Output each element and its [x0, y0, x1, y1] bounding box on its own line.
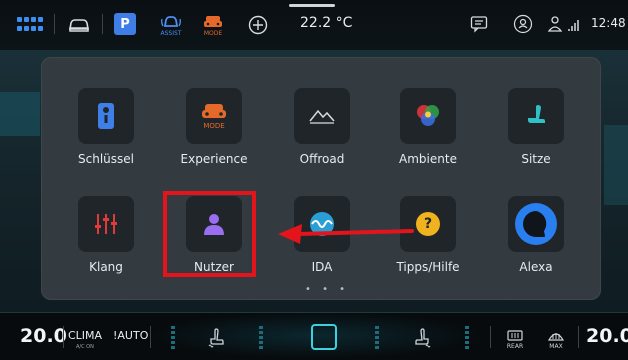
mode-icon[interactable]: MODE — [198, 9, 228, 41]
divider — [54, 14, 55, 34]
tile-label: Ambiente — [399, 152, 457, 166]
clima-sublabel: A/C ON — [76, 344, 94, 350]
car-icon[interactable] — [64, 13, 94, 37]
status-bar: P ASSIST MODE 22.2 °C 12:48 — [0, 0, 628, 50]
tile-klang[interactable]: Klang — [60, 196, 152, 274]
highlight-box — [163, 191, 256, 277]
max-label: MAX — [549, 342, 563, 350]
right-temperature-value: 20.0 — [586, 325, 628, 347]
right-temperature[interactable]: 20.0 — [586, 325, 628, 347]
help-symbol: ? — [423, 216, 433, 232]
add-icon[interactable] — [246, 13, 270, 37]
left-temperature-value: 20.0 — [20, 325, 67, 347]
seat-heat-left-icon[interactable] — [205, 326, 229, 350]
color-wheel-icon — [400, 88, 456, 144]
home-button[interactable] — [310, 323, 338, 351]
seat-heat-left-level — [259, 326, 263, 349]
seat-heat-right-icon[interactable] — [410, 326, 434, 350]
fan-level-right — [465, 326, 469, 349]
auto-button[interactable]: !AUTO — [113, 329, 148, 342]
home-square-icon — [311, 324, 337, 350]
fan-level-left — [171, 326, 175, 349]
background-widget — [0, 92, 40, 136]
tile-label: Klang — [89, 260, 123, 274]
message-icon[interactable] — [468, 13, 490, 35]
tile-sitze[interactable]: Sitze — [490, 88, 582, 166]
divider — [490, 326, 491, 348]
user-signal-icon[interactable] — [546, 13, 586, 35]
parking-label: P — [120, 16, 130, 32]
tile-label: Offroad — [299, 152, 345, 166]
divider — [102, 14, 103, 34]
divider — [578, 326, 579, 348]
tile-ambiente[interactable]: Ambiente — [382, 88, 474, 166]
divider — [63, 326, 64, 348]
apps-grid-icon[interactable] — [15, 13, 45, 37]
experience-icon: MODE — [186, 88, 242, 144]
arrow-annotation — [276, 218, 416, 252]
rear-defrost-icon[interactable]: REAR — [502, 324, 528, 354]
divider — [150, 326, 151, 348]
page-indicator[interactable]: • • • — [305, 284, 349, 295]
clock: 12:48 — [591, 16, 626, 30]
tile-label: Sitze — [521, 152, 551, 166]
outside-temperature: 22.2 °C — [300, 15, 353, 31]
pull-down-handle[interactable] — [289, 4, 335, 7]
tile-label: Alexa — [519, 260, 553, 274]
mode-sublabel: MODE — [203, 122, 225, 130]
mountain-icon — [294, 88, 350, 144]
tile-schluessel[interactable]: Schlüssel — [60, 88, 152, 166]
seat-icon — [508, 88, 564, 144]
help-badge: ? — [416, 212, 440, 236]
clima-button[interactable]: CLIMA — [68, 329, 102, 342]
tile-offroad[interactable]: Offroad — [276, 88, 368, 166]
tile-label: Schlüssel — [78, 152, 134, 166]
tile-alexa[interactable]: Alexa — [490, 196, 582, 274]
left-temperature[interactable]: 20.0 — [20, 325, 67, 347]
assist-label: ASSIST — [160, 29, 182, 37]
rear-label: REAR — [506, 342, 524, 350]
background-widget — [604, 125, 628, 205]
parking-icon[interactable]: P — [114, 13, 136, 35]
tile-label: Experience — [180, 152, 248, 166]
seat-heat-right-level — [375, 326, 379, 349]
profile-icon[interactable] — [512, 13, 534, 35]
alexa-icon — [508, 196, 564, 252]
assist-icon[interactable]: ASSIST — [156, 9, 186, 41]
max-defrost-icon[interactable]: MAX — [543, 324, 569, 354]
tile-label: IDA — [311, 260, 333, 274]
tile-label: Tipps/Hilfe — [396, 260, 460, 274]
key-icon — [78, 88, 134, 144]
tile-experience[interactable]: MODE Experience — [168, 88, 260, 166]
mode-label: MODE — [203, 29, 223, 37]
equalizer-icon — [78, 196, 134, 252]
